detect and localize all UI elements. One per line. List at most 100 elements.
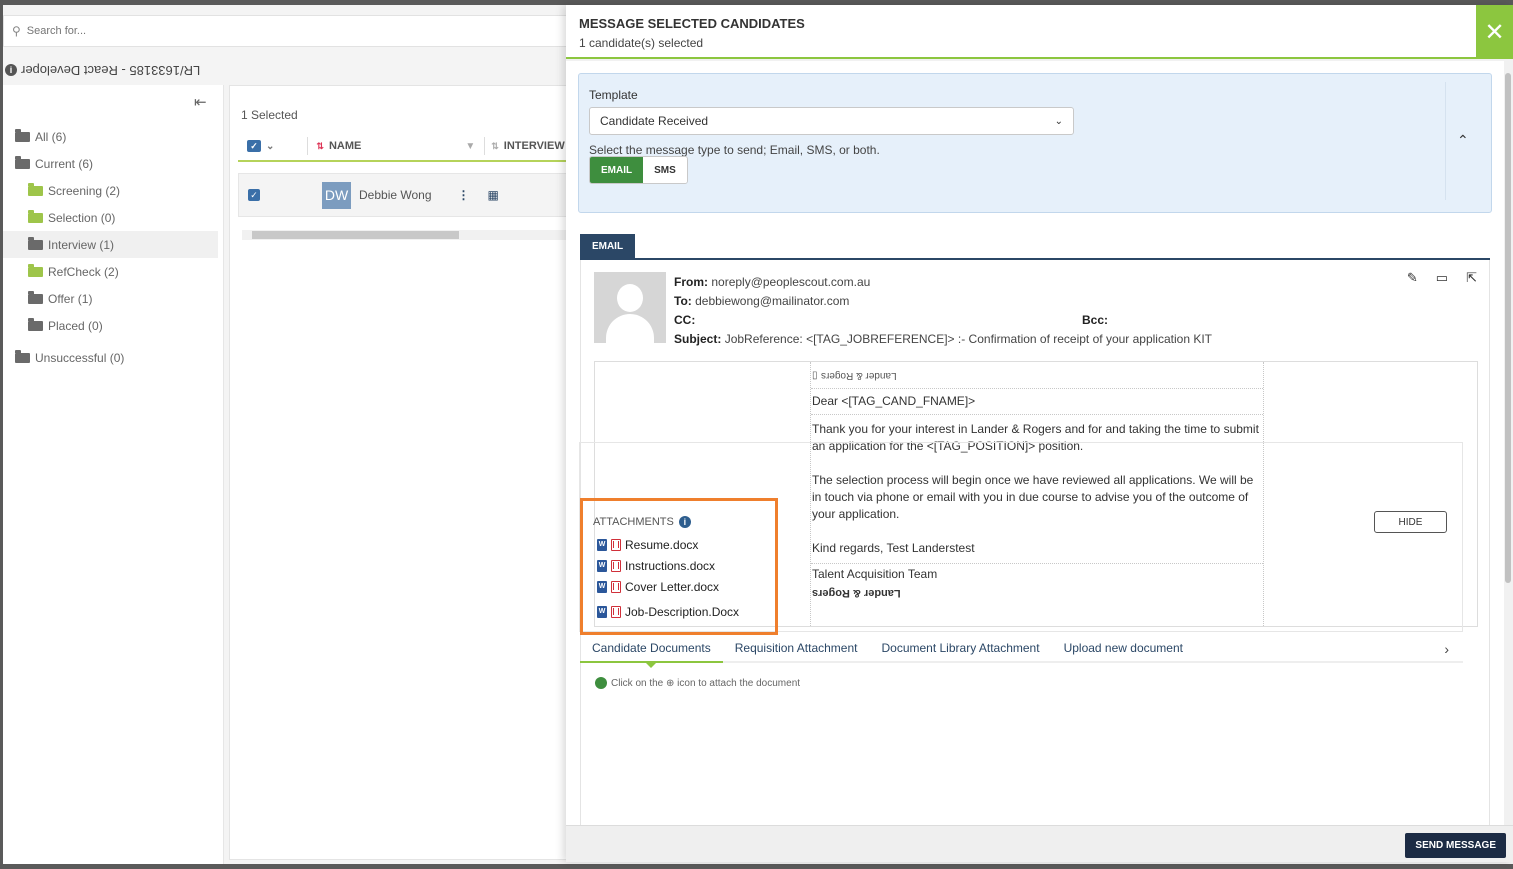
- attachment-item[interactable]: W Job-Description.Docx: [597, 601, 739, 622]
- to-address: debbiewong@mailinator.com: [695, 294, 850, 308]
- folder-item[interactable]: RefCheck (2): [3, 258, 218, 285]
- to-line: To: debbiewong@mailinator.com: [674, 294, 849, 308]
- attachment-name[interactable]: Job-Description.Docx: [625, 605, 739, 619]
- avatar-body: [606, 314, 654, 343]
- sort-icon[interactable]: ⇅: [316, 141, 324, 152]
- trash-icon[interactable]: [611, 559, 621, 572]
- folder-icon: [28, 290, 43, 304]
- chevron-up-icon[interactable]: ⌃: [1457, 132, 1469, 149]
- doc-tab[interactable]: Candidate Documents: [580, 635, 723, 668]
- edit-icon[interactable]: ✎: [1407, 270, 1418, 286]
- doc-tab[interactable]: Upload new document: [1052, 634, 1195, 662]
- row-checkbox[interactable]: ✓: [248, 189, 260, 201]
- info-icon[interactable]: i: [5, 64, 17, 76]
- attachment-name[interactable]: Resume.docx: [625, 538, 698, 552]
- modal-footer: SEND MESSAGE: [566, 825, 1513, 862]
- collapse-panel-icon[interactable]: ⇤: [194, 93, 207, 111]
- sort-icon[interactable]: ⇅: [491, 141, 499, 152]
- folder-item[interactable]: Placed (0): [3, 312, 218, 339]
- device-preview-icon[interactable]: ▭: [1436, 270, 1448, 286]
- candidate-grid: 1 Selected ✓ ⌄ ⇅ NAME ▼ ⇅ INTERVIEW ✓ DW…: [229, 85, 578, 860]
- fullscreen-icon[interactable]: ⇱: [1466, 270, 1477, 286]
- select-all-checkbox[interactable]: ✓: [247, 140, 261, 152]
- hide-button[interactable]: HIDE: [1374, 511, 1447, 533]
- attachment-item[interactable]: W Cover Letter.docx: [597, 576, 739, 597]
- broken-image-icon: ▯: [812, 370, 818, 381]
- close-icon: ✕: [1484, 18, 1505, 46]
- template-panel: Template Candidate Received ⌄ Select the…: [578, 73, 1492, 213]
- col-name-header[interactable]: NAME: [329, 140, 361, 152]
- folder-item[interactable]: Interview (1): [3, 231, 218, 258]
- folder-label: Interview (1): [48, 237, 115, 252]
- calendar-icon[interactable]: ▦: [488, 188, 499, 202]
- chevron-right-icon[interactable]: ›: [1444, 641, 1449, 657]
- header-logo-alt: Lander & Rogers: [820, 370, 897, 381]
- info-icon: [595, 677, 607, 689]
- table-row[interactable]: ✓ DW Debbie Wong ⋮ ▦: [238, 173, 578, 217]
- attachment-name[interactable]: Cover Letter.docx: [625, 580, 719, 594]
- folder-item[interactable]: Offer (1): [3, 285, 218, 312]
- attachment-item[interactable]: W Resume.docx: [597, 534, 739, 555]
- folder-label: Current (6): [35, 156, 94, 171]
- chevron-down-icon: ⌄: [1054, 115, 1063, 127]
- modal-title: MESSAGE SELECTED CANDIDATES: [579, 16, 805, 31]
- from-address: noreply@peoplescout.com.au: [711, 275, 871, 289]
- info-icon[interactable]: i: [678, 516, 691, 528]
- candidate-name[interactable]: Debbie Wong: [359, 188, 432, 202]
- modal-body: Template Candidate Received ⌄ Select the…: [566, 61, 1504, 825]
- folder-icon: [28, 317, 43, 331]
- from-label: From:: [674, 275, 708, 289]
- attachment-item[interactable]: W Instructions.docx: [597, 555, 739, 576]
- document-tabs: Candidate Documents Requisition Attachmen…: [580, 634, 1463, 668]
- folder-label: Unsuccessful (0): [35, 350, 125, 365]
- job-title: i LR/1633185 - React Developer: [3, 57, 573, 83]
- sender-avatar: [594, 272, 666, 343]
- folder-item[interactable]: Selection (0): [3, 204, 218, 231]
- vertical-scrollbar[interactable]: [1505, 61, 1511, 825]
- folder-item[interactable]: All (6): [3, 123, 218, 150]
- folder-label: Offer (1): [48, 291, 93, 306]
- folder-icon: [15, 155, 30, 169]
- doc-tab[interactable]: Document Library Attachment: [869, 634, 1051, 662]
- bcc-line: Bcc:: [1082, 313, 1108, 327]
- column-divider: [307, 137, 309, 155]
- divider: [1445, 82, 1446, 200]
- folder-label: All (6): [35, 129, 67, 144]
- folder-item[interactable]: Unsuccessful (0): [3, 344, 218, 371]
- folder-item[interactable]: Screening (2): [3, 177, 218, 204]
- modal-subtitle: 1 candidate(s) selected: [579, 36, 704, 50]
- cc-line: CC:: [674, 313, 695, 327]
- col-interview-header[interactable]: INTERVIEW: [504, 140, 565, 152]
- folder-icon: [28, 182, 43, 196]
- folder-item[interactable]: Current (6): [3, 150, 218, 177]
- folder-icon: [28, 236, 43, 250]
- scrollbar-thumb[interactable]: [1505, 73, 1511, 583]
- filter-icon[interactable]: ▼: [465, 141, 475, 152]
- scrollbar-thumb[interactable]: [252, 231, 459, 239]
- trash-icon[interactable]: [611, 538, 621, 551]
- cc-label: CC:: [674, 313, 696, 327]
- send-message-button[interactable]: SEND MESSAGE: [1405, 833, 1506, 858]
- folder-icon: [15, 128, 30, 142]
- trash-icon[interactable]: [611, 605, 621, 618]
- template-select[interactable]: Candidate Received ⌄: [589, 107, 1074, 135]
- horizontal-scrollbar[interactable]: [242, 230, 575, 240]
- word-document-icon: W: [597, 538, 607, 551]
- chevron-down-icon[interactable]: ⌄: [266, 141, 274, 152]
- template-selected-value: Candidate Received: [600, 114, 709, 128]
- job-title-text: LR/1633185 - React Developer: [21, 62, 201, 78]
- tab-email[interactable]: EMAIL: [580, 234, 635, 259]
- trash-icon[interactable]: [611, 580, 621, 593]
- selected-count: 1 Selected: [241, 108, 298, 122]
- word-document-icon: W: [597, 559, 607, 572]
- column-divider: [484, 137, 486, 155]
- sms-type-button[interactable]: SMS: [643, 157, 687, 183]
- email-type-button[interactable]: EMAIL: [590, 157, 644, 183]
- search-bar[interactable]: ⚲: [3, 15, 578, 47]
- more-options-icon[interactable]: ⋮: [458, 188, 470, 202]
- doc-tab[interactable]: Requisition Attachment: [723, 634, 870, 662]
- close-button[interactable]: ✕: [1476, 5, 1513, 59]
- avatar: DW: [322, 181, 351, 209]
- attachment-name[interactable]: Instructions.docx: [625, 559, 715, 573]
- search-input[interactable]: [26, 25, 427, 37]
